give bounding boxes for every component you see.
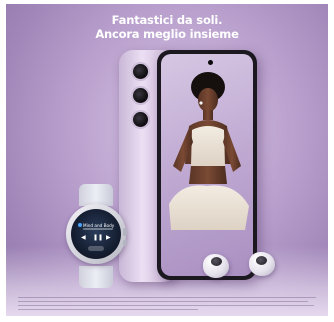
front-camera-icon xyxy=(208,60,213,65)
fine-print-line xyxy=(18,305,314,307)
earbud-right xyxy=(249,252,275,276)
earbud-tip xyxy=(256,256,267,265)
watch-button xyxy=(123,240,127,246)
product-ad-banner: Fantastici da soli. Ancora meglio insiem… xyxy=(6,4,328,316)
watch-strap-top xyxy=(79,184,113,206)
smartwatch: Mind and Body ◀ ❚❚ ▶ xyxy=(64,184,128,288)
music-app-icon xyxy=(78,223,82,227)
camera-lens-icon xyxy=(131,86,150,105)
watch-media-controls: ◀ ❚❚ ▶ xyxy=(80,234,112,242)
headline-line-2: Ancora meglio insieme xyxy=(95,27,239,41)
camera-lens-icon xyxy=(131,110,150,129)
pause-icon: ❚❚ xyxy=(93,234,104,241)
watch-face: Mind and Body ◀ ❚❚ ▶ xyxy=(71,209,121,259)
watch-strap-bottom xyxy=(79,266,113,288)
watch-button xyxy=(123,228,127,236)
camera-lens-icon xyxy=(131,62,150,81)
phone-front-view xyxy=(157,50,257,280)
headline-line-1: Fantastici da soli. xyxy=(111,13,223,27)
watch-case: Mind and Body ◀ ❚❚ ▶ xyxy=(66,204,127,264)
fine-print-line xyxy=(18,301,308,303)
earbud-tip xyxy=(211,257,222,266)
next-icon: ▶ xyxy=(106,234,111,241)
ad-headline: Fantastici da soli. Ancora meglio insiem… xyxy=(6,13,328,41)
watch-volume-bar xyxy=(88,246,104,251)
woman-meditating-image xyxy=(169,72,249,230)
previous-icon: ◀ xyxy=(81,234,86,241)
earbud-left xyxy=(203,254,229,278)
watch-track-subtitle-bar xyxy=(83,228,113,230)
page: Fantastici da soli. Ancora meglio insiem… xyxy=(0,0,334,322)
fine-print-disclaimer xyxy=(18,297,316,311)
fine-print-line xyxy=(18,309,198,311)
fine-print-line xyxy=(18,297,316,299)
phone-screen xyxy=(161,54,253,276)
